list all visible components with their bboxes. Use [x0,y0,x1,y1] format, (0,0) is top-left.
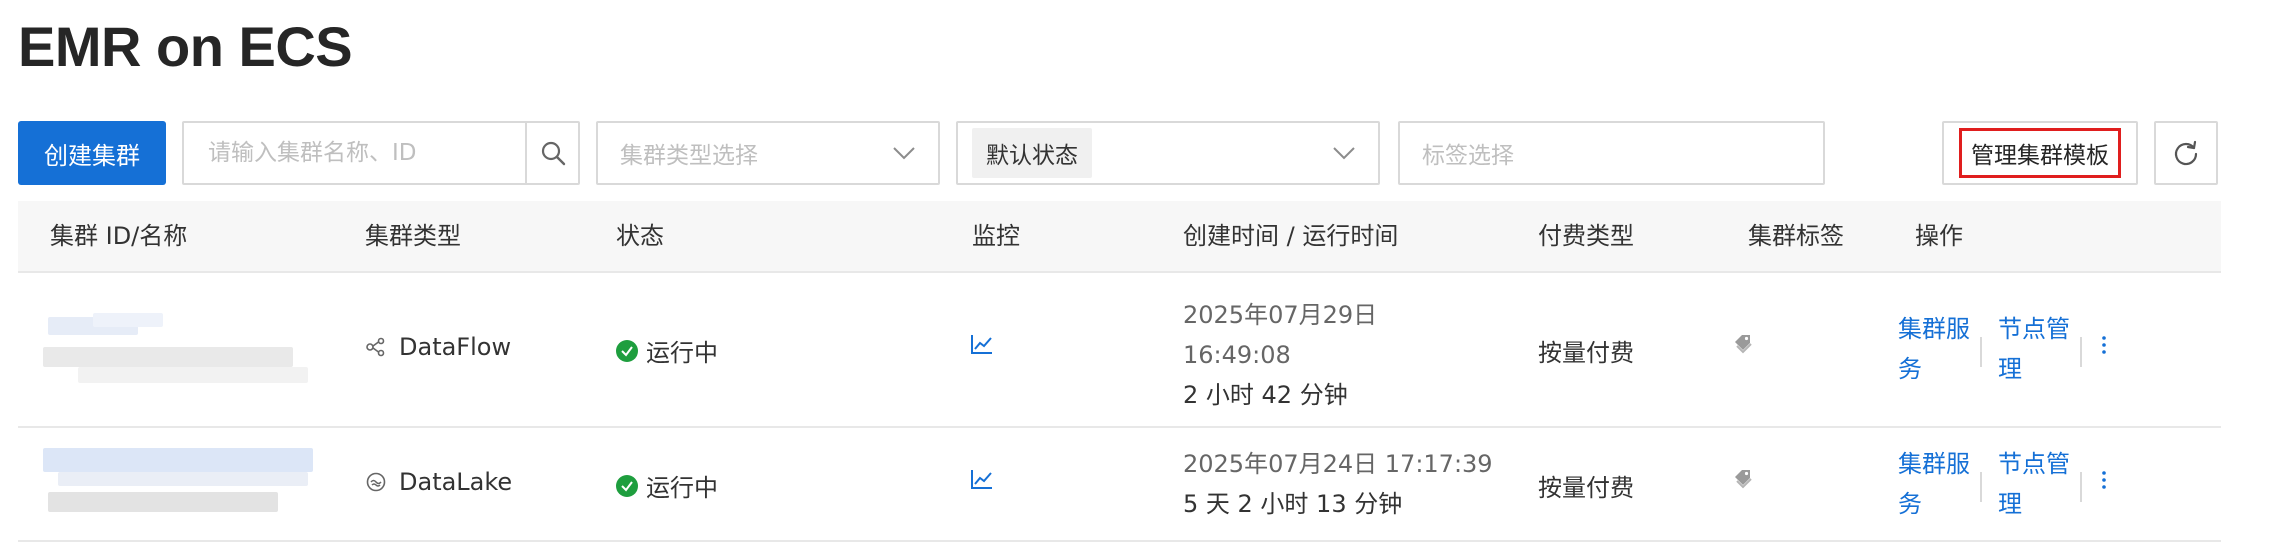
status-select-value: 默认状态 [972,128,1092,178]
refresh-button[interactable] [2154,121,2218,185]
status-cell: 运行中 [616,333,718,368]
col-header-monitor: 监控 [972,222,1020,250]
cluster-type-placeholder: 集群类型选择 [620,143,758,169]
action-divider [2080,337,2082,367]
node-management-link[interactable]: 节点管 理 [1998,444,2070,524]
tag-select-placeholder: 标签选择 [1422,143,1514,169]
cluster-service-link-line2: 务 [1898,355,1922,383]
node-management-link-line2: 理 [1998,490,2022,518]
chart-icon [971,335,992,354]
cluster-service-link-line1: 集群服 [1898,315,1970,343]
tag-icon [1735,335,1752,354]
status-cell: 运行中 [616,468,718,503]
col-header-actions: 操作 [1915,222,1963,250]
tag-button[interactable] [1732,332,1754,362]
success-check-icon [616,339,638,362]
cluster-type: DataFlow [365,333,511,361]
action-divider [2080,472,2082,502]
refresh-icon [2174,140,2198,166]
cluster-service-link[interactable]: 集群服 务 [1898,444,1970,524]
node-management-link[interactable]: 节点管 理 [1998,309,2070,389]
more-actions-button[interactable] [2100,333,2108,363]
more-vertical-icon [2102,336,2106,354]
col-header-billing: 付费类型 [1538,222,1634,250]
monitor-link[interactable] [970,333,994,361]
cluster-service-link-line1: 集群服 [1898,450,1970,478]
col-header-time: 创建时间 / 运行时间 [1183,222,1399,250]
cluster-type-label: DataLake [399,468,513,496]
cluster-service-link-line2: 务 [1898,490,1922,518]
node-management-link-line1: 节点管 [1998,450,2070,478]
table-header: 集群 ID/名称 集群类型 状态 监控 创建时间 / 运行时间 付费类型 集群标… [18,201,2221,273]
chevron-down-icon [1333,147,1355,160]
runtime: 5 天 2 小时 13 分钟 [1183,490,1403,518]
table-row: DataFlow 运行中 2025年07月29日 16:49:08 2 小时 4… [18,273,2221,428]
created-time: 16:49:08 [1183,341,1291,369]
status-label: 运行中 [646,339,718,367]
created-date: 2025年07月29日 [1183,301,1378,329]
time-cell: 2025年07月24日 17:17:39 5 天 2 小时 13 分钟 [1183,444,1493,524]
tag-icon [1735,470,1752,489]
monitor-link[interactable] [970,468,994,496]
created-datetime: 2025年07月24日 17:17:39 [1183,450,1493,478]
search-box [182,121,580,185]
tag-select[interactable]: 标签选择 [1398,121,1825,185]
time-cell: 2025年07月29日 16:49:08 2 小时 42 分钟 [1183,295,1377,415]
page-title: EMR on ECS [18,15,353,78]
node-management-link-line1: 节点管 [1998,315,2070,343]
cluster-type-label: DataFlow [399,333,512,361]
billing-type: 按量付费 [1538,474,1634,502]
dataflow-icon [366,337,385,357]
status-select[interactable]: 默认状态 [956,121,1380,185]
status-label: 运行中 [646,474,718,502]
manage-cluster-template-label: 管理集群模板 [1959,128,2121,178]
billing-type: 按量付费 [1538,339,1634,367]
tag-button[interactable] [1732,467,1754,497]
success-check-icon [616,474,638,497]
action-divider [1980,472,1982,502]
cluster-type-select[interactable]: 集群类型选择 [596,121,940,185]
search-button[interactable] [525,123,578,183]
datalake-icon [366,472,386,492]
cluster-service-link[interactable]: 集群服 务 [1898,309,1970,389]
cluster-type: DataLake [365,468,512,496]
node-management-link-line2: 理 [1998,355,2022,383]
manage-cluster-template-button[interactable]: 管理集群模板 [1942,121,2138,185]
col-header-id-name: 集群 ID/名称 [50,222,188,250]
more-vertical-icon [2102,471,2106,489]
chart-icon [971,470,992,489]
table-row: DataLake 运行中 2025年07月24日 17:17:39 5 天 2 … [18,428,2221,542]
create-cluster-button[interactable]: 创建集群 [18,121,166,185]
runtime: 2 小时 42 分钟 [1183,381,1348,409]
search-input[interactable] [184,123,525,183]
more-actions-button[interactable] [2100,468,2108,498]
chevron-down-icon [893,147,915,160]
col-header-status: 状态 [616,222,664,250]
action-divider [1980,337,1982,367]
col-header-tags: 集群标签 [1748,222,1844,250]
col-header-type: 集群类型 [365,222,461,250]
search-icon [541,141,565,166]
